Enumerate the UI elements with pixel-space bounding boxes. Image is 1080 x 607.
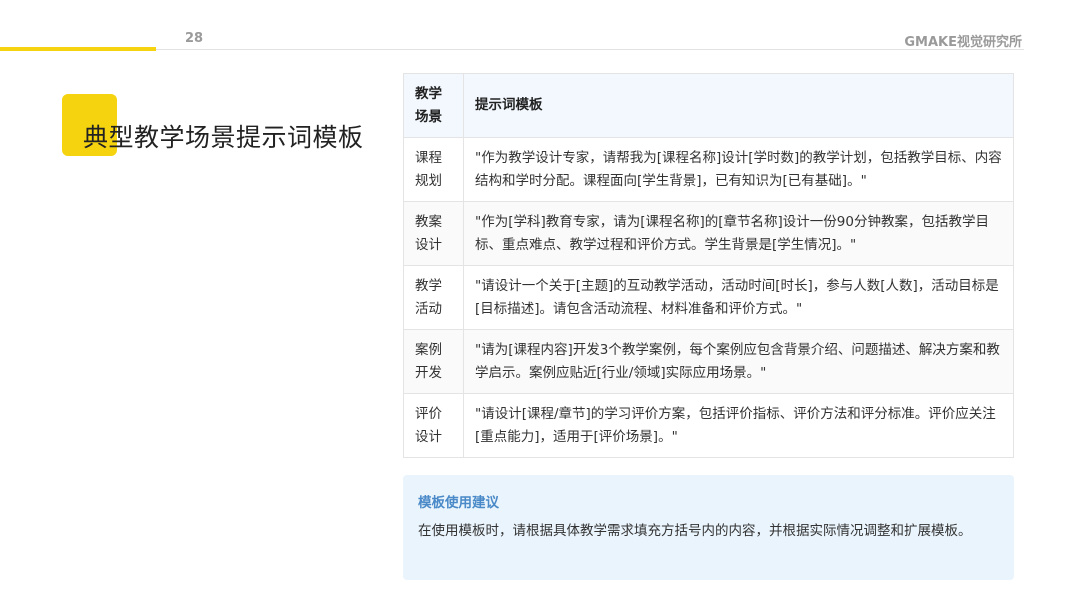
template-cell: "请为[课程内容]开发3个教学案例，每个案例应包含背景介绍、问题描述、解决方案和… [463, 329, 1014, 394]
column-header-scene: 教学场景 [403, 73, 464, 138]
slide-title: 典型教学场景提示词模板 [83, 123, 364, 152]
scene-cell: 教案设计 [403, 201, 464, 266]
brand-label: GMAKE视觉研究所 [904, 35, 1022, 50]
scene-cell: 评价设计 [403, 393, 464, 458]
table-row: 教学活动 "请设计一个关于[主题]的互动教学活动，活动时间[时长]，参与人数[人… [403, 265, 1014, 330]
scene-cell: 教学活动 [403, 265, 464, 330]
template-table: 教学场景 提示词模板 课程规划 "作为教学设计专家，请帮我为[课程名称]设计[学… [403, 73, 1014, 458]
column-header-template: 提示词模板 [463, 73, 1014, 138]
template-cell: "请设计一个关于[主题]的互动教学活动，活动时间[时长]，参与人数[人数]，活动… [463, 265, 1014, 330]
usage-tip-box: 模板使用建议 在使用模板时，请根据具体教学需求填充方括号内的内容，并根据实际情况… [403, 475, 1014, 580]
template-cell: "请设计[课程/章节]的学习评价方案，包括评价指标、评价方法和评分标准。评价应关… [463, 393, 1014, 458]
template-cell: "作为教学设计专家，请帮我为[课程名称]设计[学时数]的教学计划，包括教学目标、… [463, 137, 1014, 202]
slide-page: 28 GMAKE视觉研究所 典型教学场景提示词模板 教学场景 提示词模板 课程规… [0, 0, 1080, 607]
header-divider [156, 49, 1024, 50]
header-accent-bar [0, 47, 156, 51]
table-row: 案例开发 "请为[课程内容]开发3个教学案例，每个案例应包含背景介绍、问题描述、… [403, 329, 1014, 394]
table-row: 评价设计 "请设计[课程/章节]的学习评价方案，包括评价指标、评价方法和评分标准… [403, 393, 1014, 458]
tip-title: 模板使用建议 [418, 495, 499, 511]
page-number: 28 [185, 31, 204, 46]
table-header-row: 教学场景 提示词模板 [403, 73, 1014, 138]
tip-text: 在使用模板时，请根据具体教学需求填充方括号内的内容，并根据实际情况调整和扩展模板… [418, 523, 972, 539]
template-cell: "作为[学科]教育专家，请为[课程名称]的[章节名称]设计一份90分钟教案，包括… [463, 201, 1014, 266]
table-row: 教案设计 "作为[学科]教育专家，请为[课程名称]的[章节名称]设计一份90分钟… [403, 201, 1014, 266]
scene-cell: 案例开发 [403, 329, 464, 394]
scene-cell: 课程规划 [403, 137, 464, 202]
table-row: 课程规划 "作为教学设计专家，请帮我为[课程名称]设计[学时数]的教学计划，包括… [403, 137, 1014, 202]
